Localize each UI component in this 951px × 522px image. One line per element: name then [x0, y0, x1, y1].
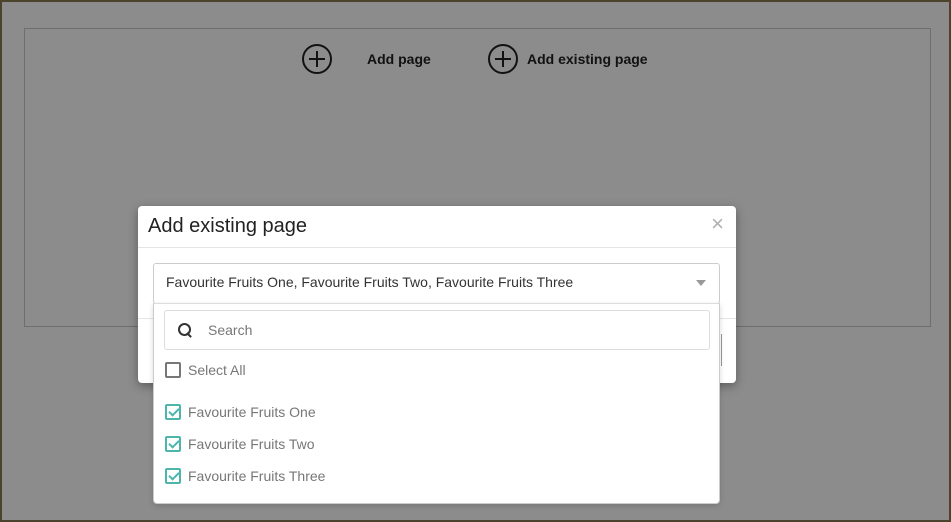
caret-down-icon[interactable] — [696, 280, 706, 286]
select-all-label: Select All — [188, 362, 246, 378]
search-input[interactable] — [208, 322, 688, 338]
modal-header: Add existing page × — [138, 206, 736, 248]
select-all-checkbox[interactable] — [165, 362, 181, 378]
modal-title: Add existing page — [148, 215, 308, 237]
checkbox-checked-icon[interactable] — [165, 468, 181, 484]
close-icon[interactable]: × — [711, 213, 724, 235]
checkbox-checked-icon[interactable] — [165, 436, 181, 452]
multiselect-value: Favourite Fruits One, Favourite Fruits T… — [166, 274, 574, 290]
multiselect-dropdown: Select All Favourite Fruits One Favourit… — [153, 303, 720, 504]
option-label: Favourite Fruits Three — [188, 468, 326, 484]
option-favourite-fruits-three[interactable]: Favourite Fruits Three — [165, 468, 325, 484]
search-icon — [178, 323, 192, 337]
search-box[interactable] — [164, 310, 710, 350]
checkbox-checked-icon[interactable] — [165, 404, 181, 420]
option-favourite-fruits-one[interactable]: Favourite Fruits One — [165, 404, 316, 420]
option-label: Favourite Fruits One — [188, 404, 316, 420]
option-favourite-fruits-two[interactable]: Favourite Fruits Two — [165, 436, 315, 452]
select-all-option[interactable]: Select All — [165, 362, 246, 378]
option-label: Favourite Fruits Two — [188, 436, 315, 452]
page-multiselect[interactable]: Favourite Fruits One, Favourite Fruits T… — [153, 263, 720, 304]
